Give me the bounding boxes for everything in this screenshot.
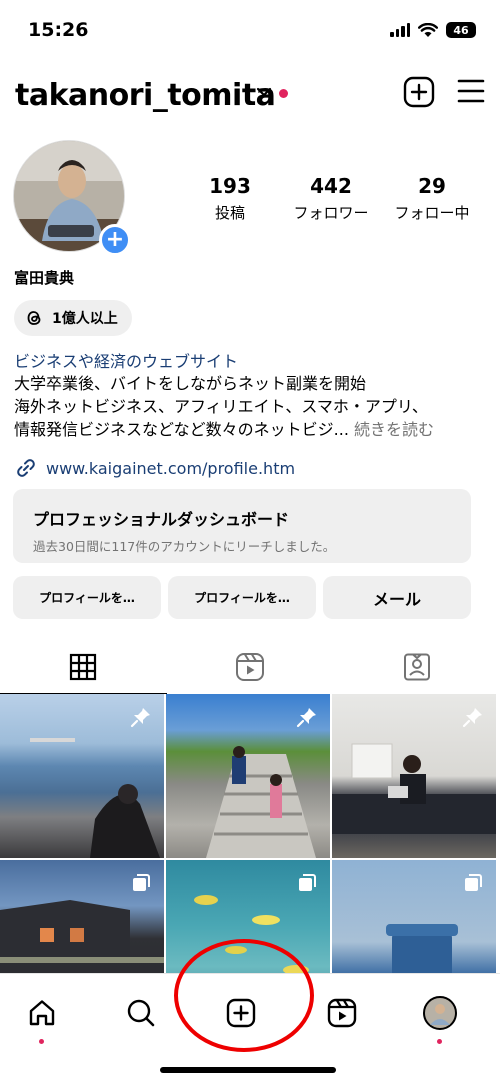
share-profile-button[interactable]: プロフィールを… bbox=[168, 576, 316, 619]
stat-following-count: 29 bbox=[418, 174, 446, 198]
full-name: 富田貴典 bbox=[14, 269, 75, 287]
menu-icon[interactable] bbox=[457, 78, 485, 104]
chevron-down-icon[interactable] bbox=[256, 86, 272, 98]
nav-home[interactable] bbox=[17, 988, 67, 1044]
tab-reels[interactable] bbox=[167, 643, 334, 691]
search-icon bbox=[127, 999, 155, 1027]
pin-icon bbox=[462, 708, 482, 728]
post-thumbnail[interactable] bbox=[0, 694, 164, 858]
threads-badge-label: 1億人以上 bbox=[52, 311, 118, 327]
stat-posts-count: 193 bbox=[209, 174, 251, 198]
username[interactable]: takanori_tomita bbox=[15, 78, 276, 113]
stat-followers-label: フォロワー bbox=[293, 204, 369, 222]
bio-line-2: 海外ネットビジネス、アフィリエイト、スマホ・アプリ、 bbox=[14, 397, 428, 416]
nav-reels[interactable] bbox=[317, 988, 367, 1038]
link-icon bbox=[17, 459, 35, 477]
reels-icon bbox=[327, 998, 357, 1028]
battery-icon: 46 bbox=[446, 22, 476, 38]
home-notification-dot bbox=[39, 1039, 44, 1044]
dashboard-title: プロフェッショナルダッシュボード bbox=[33, 510, 290, 529]
status-time: 15:26 bbox=[28, 19, 89, 41]
notification-dot bbox=[279, 89, 288, 98]
tab-tagged[interactable] bbox=[333, 643, 500, 691]
threads-icon bbox=[27, 311, 41, 325]
stat-followers-count: 442 bbox=[310, 174, 352, 198]
stat-followers[interactable]: 442 フォロワー bbox=[281, 174, 381, 223]
profile-notification-dot bbox=[437, 1039, 442, 1044]
stat-following-label: フォロー中 bbox=[394, 204, 470, 222]
nav-profile[interactable] bbox=[415, 988, 465, 1044]
profile-link[interactable]: www.kaigainet.com/profile.htm bbox=[14, 456, 295, 480]
professional-dashboard[interactable]: プロフェッショナルダッシュボード 過去30日間に117件のアカウントにリーチしま… bbox=[13, 489, 471, 563]
threads-badge[interactable]: 1億人以上 bbox=[14, 300, 132, 336]
pin-icon bbox=[130, 708, 150, 728]
profile-avatar[interactable]: + bbox=[13, 140, 131, 257]
stat-following[interactable]: 29 フォロー中 bbox=[382, 174, 482, 223]
status-bar: 15:26 46 bbox=[0, 0, 500, 62]
add-story-icon[interactable]: + bbox=[99, 224, 131, 256]
profile-link-text: www.kaigainet.com/profile.htm bbox=[46, 458, 296, 478]
status-icons: 46 bbox=[390, 22, 476, 38]
reels-icon bbox=[236, 653, 264, 681]
home-icon bbox=[29, 1000, 55, 1026]
edit-profile-button[interactable]: プロフィールを… bbox=[13, 576, 161, 619]
stat-posts-label: 投稿 bbox=[214, 204, 245, 222]
profile-header: takanori_tomita bbox=[15, 72, 485, 116]
bio-more-link[interactable]: 続きを読む bbox=[354, 420, 434, 439]
email-button[interactable]: メール bbox=[323, 576, 471, 619]
wifi-icon bbox=[418, 22, 438, 37]
pin-icon bbox=[296, 708, 316, 728]
grid-icon bbox=[70, 653, 97, 681]
tab-posts-grid[interactable] bbox=[0, 643, 167, 694]
carousel-icon bbox=[465, 874, 482, 891]
home-indicator bbox=[160, 1067, 336, 1073]
post-thumbnail[interactable] bbox=[332, 694, 496, 858]
carousel-icon bbox=[299, 874, 316, 891]
profile-stats: 193 投稿 442 フォロワー 29 フォロー中 bbox=[180, 174, 482, 223]
bio-line-3: 情報発信ビジネスなどなど数々のネットビジ... 続きを読む bbox=[14, 418, 484, 441]
post-thumbnail[interactable] bbox=[166, 694, 330, 858]
profile-actions: プロフィールを… プロフィールを… メール bbox=[13, 576, 471, 619]
tagged-icon bbox=[403, 653, 430, 681]
add-post-icon[interactable] bbox=[403, 76, 435, 108]
dashboard-subtitle: 過去30日間に117件のアカウントにリーチしました。 bbox=[33, 539, 336, 554]
profile-avatar bbox=[423, 996, 457, 1030]
profile-tabs bbox=[0, 643, 500, 694]
profile-bio: 大学卒業後、バイトをしながらネット副業を開始 海外ネットビジネス、アフィリエイト… bbox=[14, 372, 484, 441]
bio-line-3-text: 情報発信ビジネスなどなど数々のネットビジ... bbox=[14, 420, 349, 439]
carousel-icon bbox=[133, 874, 150, 891]
nav-search[interactable] bbox=[116, 988, 166, 1038]
annotation-circle bbox=[174, 939, 314, 1052]
profile-category[interactable]: ビジネスや経済のウェブサイト bbox=[14, 348, 238, 372]
stat-posts[interactable]: 193 投稿 bbox=[180, 174, 280, 223]
signal-icon bbox=[390, 23, 410, 37]
bio-line-1: 大学卒業後、バイトをしながらネット副業を開始 bbox=[14, 374, 367, 393]
